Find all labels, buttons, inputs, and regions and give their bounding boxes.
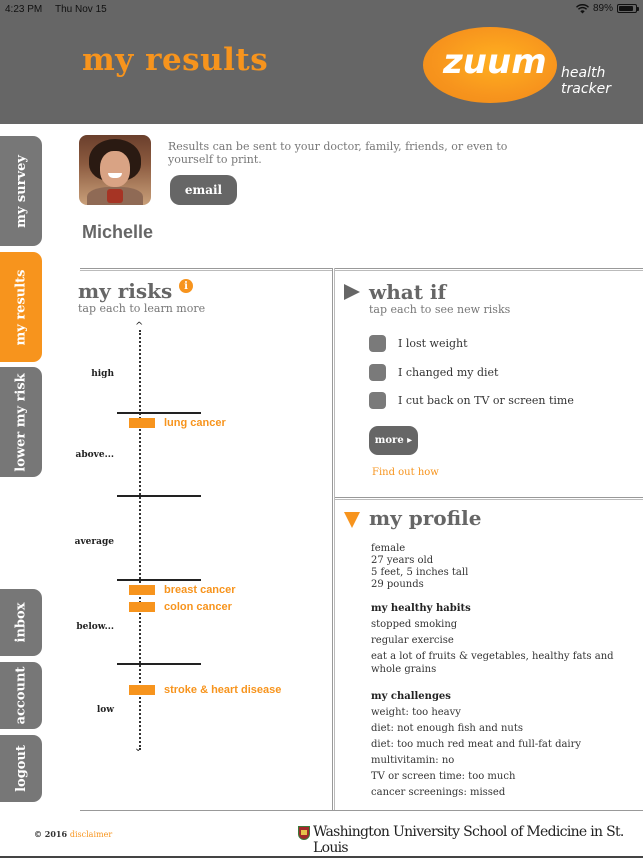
tab-account[interactable]: account bbox=[0, 662, 42, 729]
challenge-item: weight: too heavy bbox=[371, 707, 461, 718]
level-divider bbox=[117, 412, 201, 414]
challenge-item: diet: not enough fish and nuts bbox=[371, 723, 524, 734]
level-low: low bbox=[96, 705, 114, 715]
disclaimer-link[interactable]: disclaimer bbox=[70, 830, 112, 839]
send-results-note: Results can be sent to your doctor, fami… bbox=[168, 140, 508, 166]
divider bbox=[80, 268, 332, 271]
email-button[interactable]: email bbox=[170, 175, 237, 205]
level-average: average bbox=[74, 537, 114, 547]
status-right: 89% bbox=[575, 3, 639, 14]
play-icon bbox=[344, 284, 360, 300]
habit-item: regular exercise bbox=[371, 635, 454, 646]
option-cut-screen-time[interactable]: I cut back on TV or screen time bbox=[369, 392, 574, 409]
divider bbox=[80, 810, 643, 811]
risk-marker bbox=[129, 585, 155, 595]
avatar bbox=[79, 135, 151, 205]
risk-label: stroke & heart disease bbox=[164, 684, 282, 696]
copyright-text: © 2016 bbox=[34, 829, 68, 839]
battery-percent: 89% bbox=[592, 3, 613, 14]
tab-label: inbox bbox=[13, 602, 29, 643]
checkbox[interactable] bbox=[369, 364, 386, 381]
challenge-item: multivitamin: no bbox=[371, 755, 455, 766]
option-label: I changed my diet bbox=[398, 366, 499, 379]
my-risks-title: my risks bbox=[78, 279, 173, 303]
risk-colon-cancer[interactable]: colon cancer bbox=[129, 601, 232, 613]
tab-label: account bbox=[13, 666, 29, 725]
risk-stroke-heart[interactable]: stroke & heart disease bbox=[129, 684, 281, 696]
divider bbox=[332, 268, 335, 810]
user-name: Michelle bbox=[82, 222, 154, 242]
wu-shield-icon bbox=[298, 826, 310, 840]
checkbox[interactable] bbox=[369, 392, 386, 409]
what-if-title: what if bbox=[369, 280, 447, 304]
profile-height: 5 feet, 5 inches tall bbox=[371, 567, 469, 578]
challenge-item: TV or screen time: too much bbox=[371, 771, 516, 782]
habit-item: stopped smoking bbox=[371, 619, 458, 630]
more-button[interactable]: more ▸ bbox=[369, 426, 418, 455]
tab-label: my survey bbox=[13, 154, 29, 228]
tab-label: lower my risk bbox=[13, 372, 29, 472]
habit-item: whole grains bbox=[371, 664, 437, 675]
divider bbox=[335, 497, 643, 500]
status-date: Thu Nov 15 bbox=[55, 4, 107, 15]
logo-tagline-line2: tracker bbox=[561, 81, 611, 97]
tab-my-results[interactable]: my results bbox=[0, 252, 42, 362]
logo-brand: zuum bbox=[443, 42, 547, 82]
find-out-how-link[interactable]: Find out how bbox=[372, 467, 439, 478]
risk-lung-cancer[interactable]: lung cancer bbox=[129, 417, 226, 429]
risk-label: breast cancer bbox=[164, 584, 236, 596]
risk-marker bbox=[129, 418, 155, 428]
app-header: my results zuum health tracker bbox=[0, 20, 643, 124]
option-lost-weight[interactable]: I lost weight bbox=[369, 335, 468, 352]
collapse-triangle-icon[interactable] bbox=[344, 512, 360, 528]
level-divider bbox=[117, 495, 201, 497]
what-if-subtitle: tap each to see new risks bbox=[369, 303, 511, 316]
divider bbox=[335, 268, 643, 271]
footer-copyright: © 2016 disclaimer bbox=[34, 829, 112, 839]
risk-breast-cancer[interactable]: breast cancer bbox=[129, 584, 236, 596]
battery-fill bbox=[619, 6, 634, 11]
level-divider bbox=[117, 663, 201, 665]
level-divider bbox=[117, 579, 201, 581]
tab-lower-my-risk[interactable]: lower my risk bbox=[0, 367, 42, 477]
institution-name: Washington University School of Medicine… bbox=[313, 824, 624, 856]
tab-logout[interactable]: logout bbox=[0, 735, 42, 802]
tab-inbox[interactable]: inbox bbox=[0, 589, 42, 656]
profile-weight: 29 pounds bbox=[371, 579, 424, 590]
healthy-habits-heading: my healthy habits bbox=[371, 603, 471, 614]
challenges-heading: my challenges bbox=[371, 691, 451, 702]
logo-tagline: health tracker bbox=[561, 65, 611, 97]
risk-marker bbox=[129, 602, 155, 612]
battery-icon bbox=[617, 4, 639, 13]
habit-item: eat a lot of fruits & vegetables, health… bbox=[371, 651, 614, 662]
tab-label: logout bbox=[13, 745, 29, 792]
option-label: I cut back on TV or screen time bbox=[398, 394, 574, 407]
level-high: high bbox=[91, 369, 114, 379]
challenge-item: diet: too much red meat and full-fat dai… bbox=[371, 739, 582, 750]
status-time: 4:23 PM bbox=[5, 4, 43, 15]
option-label: I lost weight bbox=[398, 337, 468, 350]
option-changed-diet[interactable]: I changed my diet bbox=[369, 364, 498, 381]
risk-marker bbox=[129, 685, 155, 695]
profile-age: 27 years old bbox=[371, 555, 434, 566]
challenge-item: cancer screenings: missed bbox=[371, 787, 506, 798]
my-profile-title: my profile bbox=[369, 506, 482, 530]
info-icon[interactable]: i bbox=[179, 279, 193, 293]
page-title: my results bbox=[82, 42, 269, 78]
my-risks-subtitle: tap each to learn more bbox=[78, 302, 206, 315]
checkbox[interactable] bbox=[369, 335, 386, 352]
risk-label: lung cancer bbox=[164, 417, 226, 429]
risk-label: colon cancer bbox=[164, 601, 232, 613]
arrow-down-icon: ⌄ bbox=[134, 743, 143, 754]
level-above: above... bbox=[75, 450, 114, 460]
status-bar: 4:23 PM Thu Nov 15 89% bbox=[0, 0, 643, 20]
profile-sex: female bbox=[371, 543, 406, 554]
level-below: below... bbox=[76, 622, 114, 632]
logo-tagline-line1: health bbox=[561, 65, 606, 81]
tab-my-survey[interactable]: my survey bbox=[0, 136, 42, 246]
wifi-icon bbox=[575, 3, 589, 13]
tab-label: my results bbox=[13, 269, 29, 345]
